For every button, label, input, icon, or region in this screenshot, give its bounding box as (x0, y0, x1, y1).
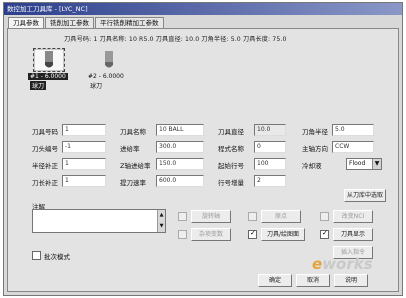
rotary-axis-checkbox[interactable] (178, 212, 187, 221)
tool-display-checkbox[interactable] (320, 229, 329, 239)
scroll-up-icon[interactable]: ▲ (158, 210, 165, 221)
origin-button[interactable]: 原点 (261, 210, 301, 223)
corner-radius-label: 刀角半径 (302, 128, 328, 136)
batch-mode-label: 批次模式 (44, 253, 70, 261)
program-name-input[interactable]: 0 (254, 141, 286, 153)
tool-card-2-size: #2 - 6.0000 (88, 73, 124, 80)
help-button[interactable]: 说明 (334, 274, 368, 287)
misc-values-button[interactable]: 杂项变数 (191, 228, 231, 241)
change-nci-checkbox[interactable] (320, 212, 329, 221)
chevron-down-icon[interactable]: ▼ (372, 159, 381, 169)
program-name-label: 程式名称 (218, 145, 244, 153)
watermark-logo-text: works (322, 255, 373, 273)
tool-info-bar: 刀具号码: 1 刀具名称: 10 R5.0 刀具直径: 10.0 刀角半径: 5… (64, 36, 287, 43)
tool-card-2-type: 球刀 (90, 83, 103, 90)
line-increment-label: 行号增量 (218, 179, 244, 187)
length-comp-input[interactable]: 1 (62, 175, 106, 187)
spindle-direction-label: 主轴方向 (302, 145, 328, 153)
corner-radius-input[interactable]: 5.0 (332, 124, 374, 136)
start-line-input[interactable]: 100 (254, 158, 286, 170)
select-from-library-button[interactable]: 从刀库中选取 (344, 189, 386, 202)
plunge-rate-input[interactable]: 150.0 (156, 158, 204, 170)
tool-number-label: 刀具号码 (32, 128, 58, 136)
batch-mode-checkbox[interactable] (32, 251, 41, 260)
window-title: 数控加工刀具库 - [LYC_NC] (4, 3, 402, 15)
line-increment-input[interactable]: 2 (254, 175, 286, 187)
tool-number-input[interactable]: 1 (62, 124, 106, 136)
origin-checkbox[interactable] (248, 212, 257, 221)
radius-comp-label: 半径补正 (32, 162, 58, 170)
coolant-value: Flood (349, 160, 366, 167)
spindle-direction-input[interactable]: CCW (332, 141, 374, 153)
head-number-input[interactable]: -1 (62, 141, 106, 153)
plunge-rate-label: Z轴进给率 (120, 162, 151, 170)
tool-name-input[interactable]: 10 BALL (156, 124, 204, 136)
watermark-logo-prefix: e (312, 255, 323, 273)
misc-values-checkbox[interactable] (178, 230, 187, 239)
tool-plane-button[interactable]: 刀具/绘图面 (261, 228, 305, 241)
tool-name-label: 刀具名称 (120, 128, 146, 136)
ball-mill-icon (33, 48, 65, 72)
ball-mill-icon (105, 51, 113, 68)
cancel-button[interactable]: 取消 (296, 274, 330, 287)
rotary-axis-button[interactable]: 旋转轴 (191, 210, 231, 223)
tool-card-1-type: 球刀 (30, 81, 47, 90)
length-comp-label: 刀长补正 (32, 179, 58, 187)
start-line-label: 起始行号 (218, 162, 244, 170)
tool-diameter-input[interactable]: 10.0 (254, 124, 286, 136)
tool-plane-checkbox[interactable] (248, 229, 257, 239)
notes-scrollbar[interactable]: ▲ ▼ (157, 210, 165, 232)
feed-rate-input[interactable]: 300.0 (156, 141, 204, 153)
tool-diameter-label: 刀具直径 (218, 128, 244, 136)
retract-rate-input[interactable]: 600.0 (156, 175, 204, 187)
scroll-down-icon[interactable]: ▼ (158, 221, 165, 232)
tool-parameters-panel: 刀具号码: 1 刀具名称: 10 R5.0 刀具直径: 10.0 刀角半径: 5… (7, 28, 399, 292)
tool-card-1-size: #1 - 6.0000 (28, 73, 68, 80)
tool-display-button[interactable]: 刀具显示 (333, 228, 373, 241)
ok-button[interactable]: 确定 (258, 274, 292, 287)
radius-comp-input[interactable]: 1 (62, 158, 106, 170)
head-number-label: 刀头编号 (32, 145, 58, 153)
feed-rate-label: 进给率 (120, 145, 140, 153)
tool-card-2[interactable]: #2 - 6.0000 球刀 (86, 49, 134, 95)
change-nci-button[interactable]: 改变NCI (333, 210, 373, 223)
notes-textarea[interactable]: ▲ ▼ (32, 209, 166, 233)
coolant-select[interactable]: Flood ▼ (346, 158, 382, 170)
retract-rate-label: 提刀速率 (120, 179, 146, 187)
coolant-label: 冷却液 (302, 162, 322, 170)
watermark-logo: eworks (312, 255, 373, 273)
tool-card-1[interactable]: #1 - 6.0000 球刀 (26, 48, 74, 95)
